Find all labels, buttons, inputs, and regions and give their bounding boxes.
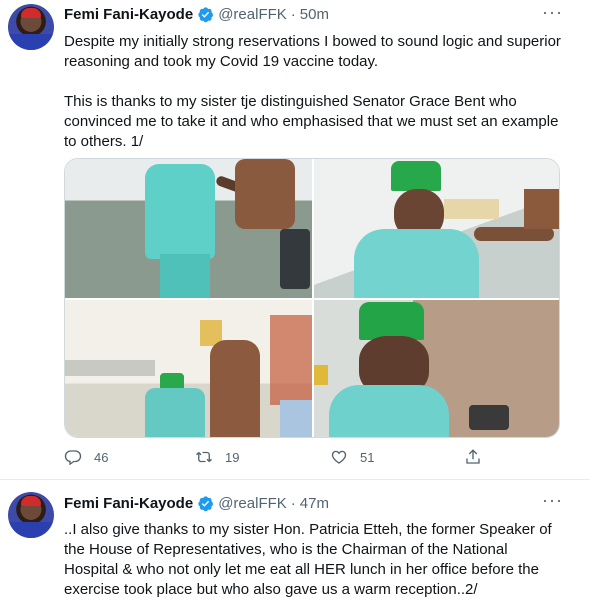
retweet-count: 19: [225, 449, 240, 465]
author-handle[interactable]: @realFFK: [218, 495, 287, 512]
tweet-text: Despite my initially strong reservations…: [64, 32, 564, 152]
retweet-button[interactable]: 19: [195, 448, 239, 466]
author-name[interactable]: Femi Fani-Kayode: [64, 495, 193, 512]
avatar[interactable]: [8, 4, 54, 50]
reply-count: 46: [94, 449, 109, 465]
separator-dot: ·: [290, 495, 296, 512]
tweet-paragraph: Despite my initially strong reservations…: [64, 33, 561, 70]
verified-badge-icon: [198, 496, 214, 512]
reply-button[interactable]: 46: [64, 448, 108, 466]
like-button[interactable]: 51: [330, 448, 374, 466]
avatar[interactable]: [8, 492, 54, 538]
photo-hospital-room[interactable]: [65, 300, 312, 437]
tweet-text: ..I also give thanks to my sister Hon. P…: [64, 520, 564, 600]
tweet[interactable]: Femi Fani-Kayode @realFFK · 47m ··· ..I …: [0, 480, 590, 604]
retweet-icon: [196, 451, 212, 463]
tweet-paragraph: This is thanks to my sister tje distingu…: [64, 93, 559, 150]
tweet-paragraph: ..I also give thanks to my sister Hon. P…: [64, 521, 552, 598]
share-icon: [466, 449, 480, 464]
tweet-header: Femi Fani-Kayode @realFFK · 47m: [64, 495, 329, 512]
like-count: 51: [360, 449, 375, 465]
tweet-timestamp[interactable]: 47m: [300, 495, 329, 512]
tweet-timestamp[interactable]: 50m: [300, 6, 329, 23]
tweet[interactable]: Femi Fani-Kayode @realFFK · 50m ··· Desp…: [0, 0, 590, 480]
separator-dot: ·: [290, 6, 296, 23]
reply-icon: [64, 450, 82, 466]
photo-closeup-green-cap[interactable]: [314, 300, 559, 437]
photo-vaccination-arm[interactable]: [65, 159, 312, 298]
tweet-header: Femi Fani-Kayode @realFFK · 50m: [64, 6, 329, 23]
tweet-actions: 46 19 51: [64, 448, 494, 472]
author-handle[interactable]: @realFFK: [218, 6, 287, 23]
more-options-icon[interactable]: ···: [542, 3, 562, 26]
more-options-icon[interactable]: ···: [542, 491, 562, 514]
share-button[interactable]: [464, 448, 494, 466]
author-name[interactable]: Femi Fani-Kayode: [64, 6, 193, 23]
media-grid: [64, 158, 560, 438]
photo-vaccination-smiling[interactable]: [314, 159, 559, 298]
heart-icon: [331, 450, 347, 464]
verified-badge-icon: [198, 7, 214, 23]
